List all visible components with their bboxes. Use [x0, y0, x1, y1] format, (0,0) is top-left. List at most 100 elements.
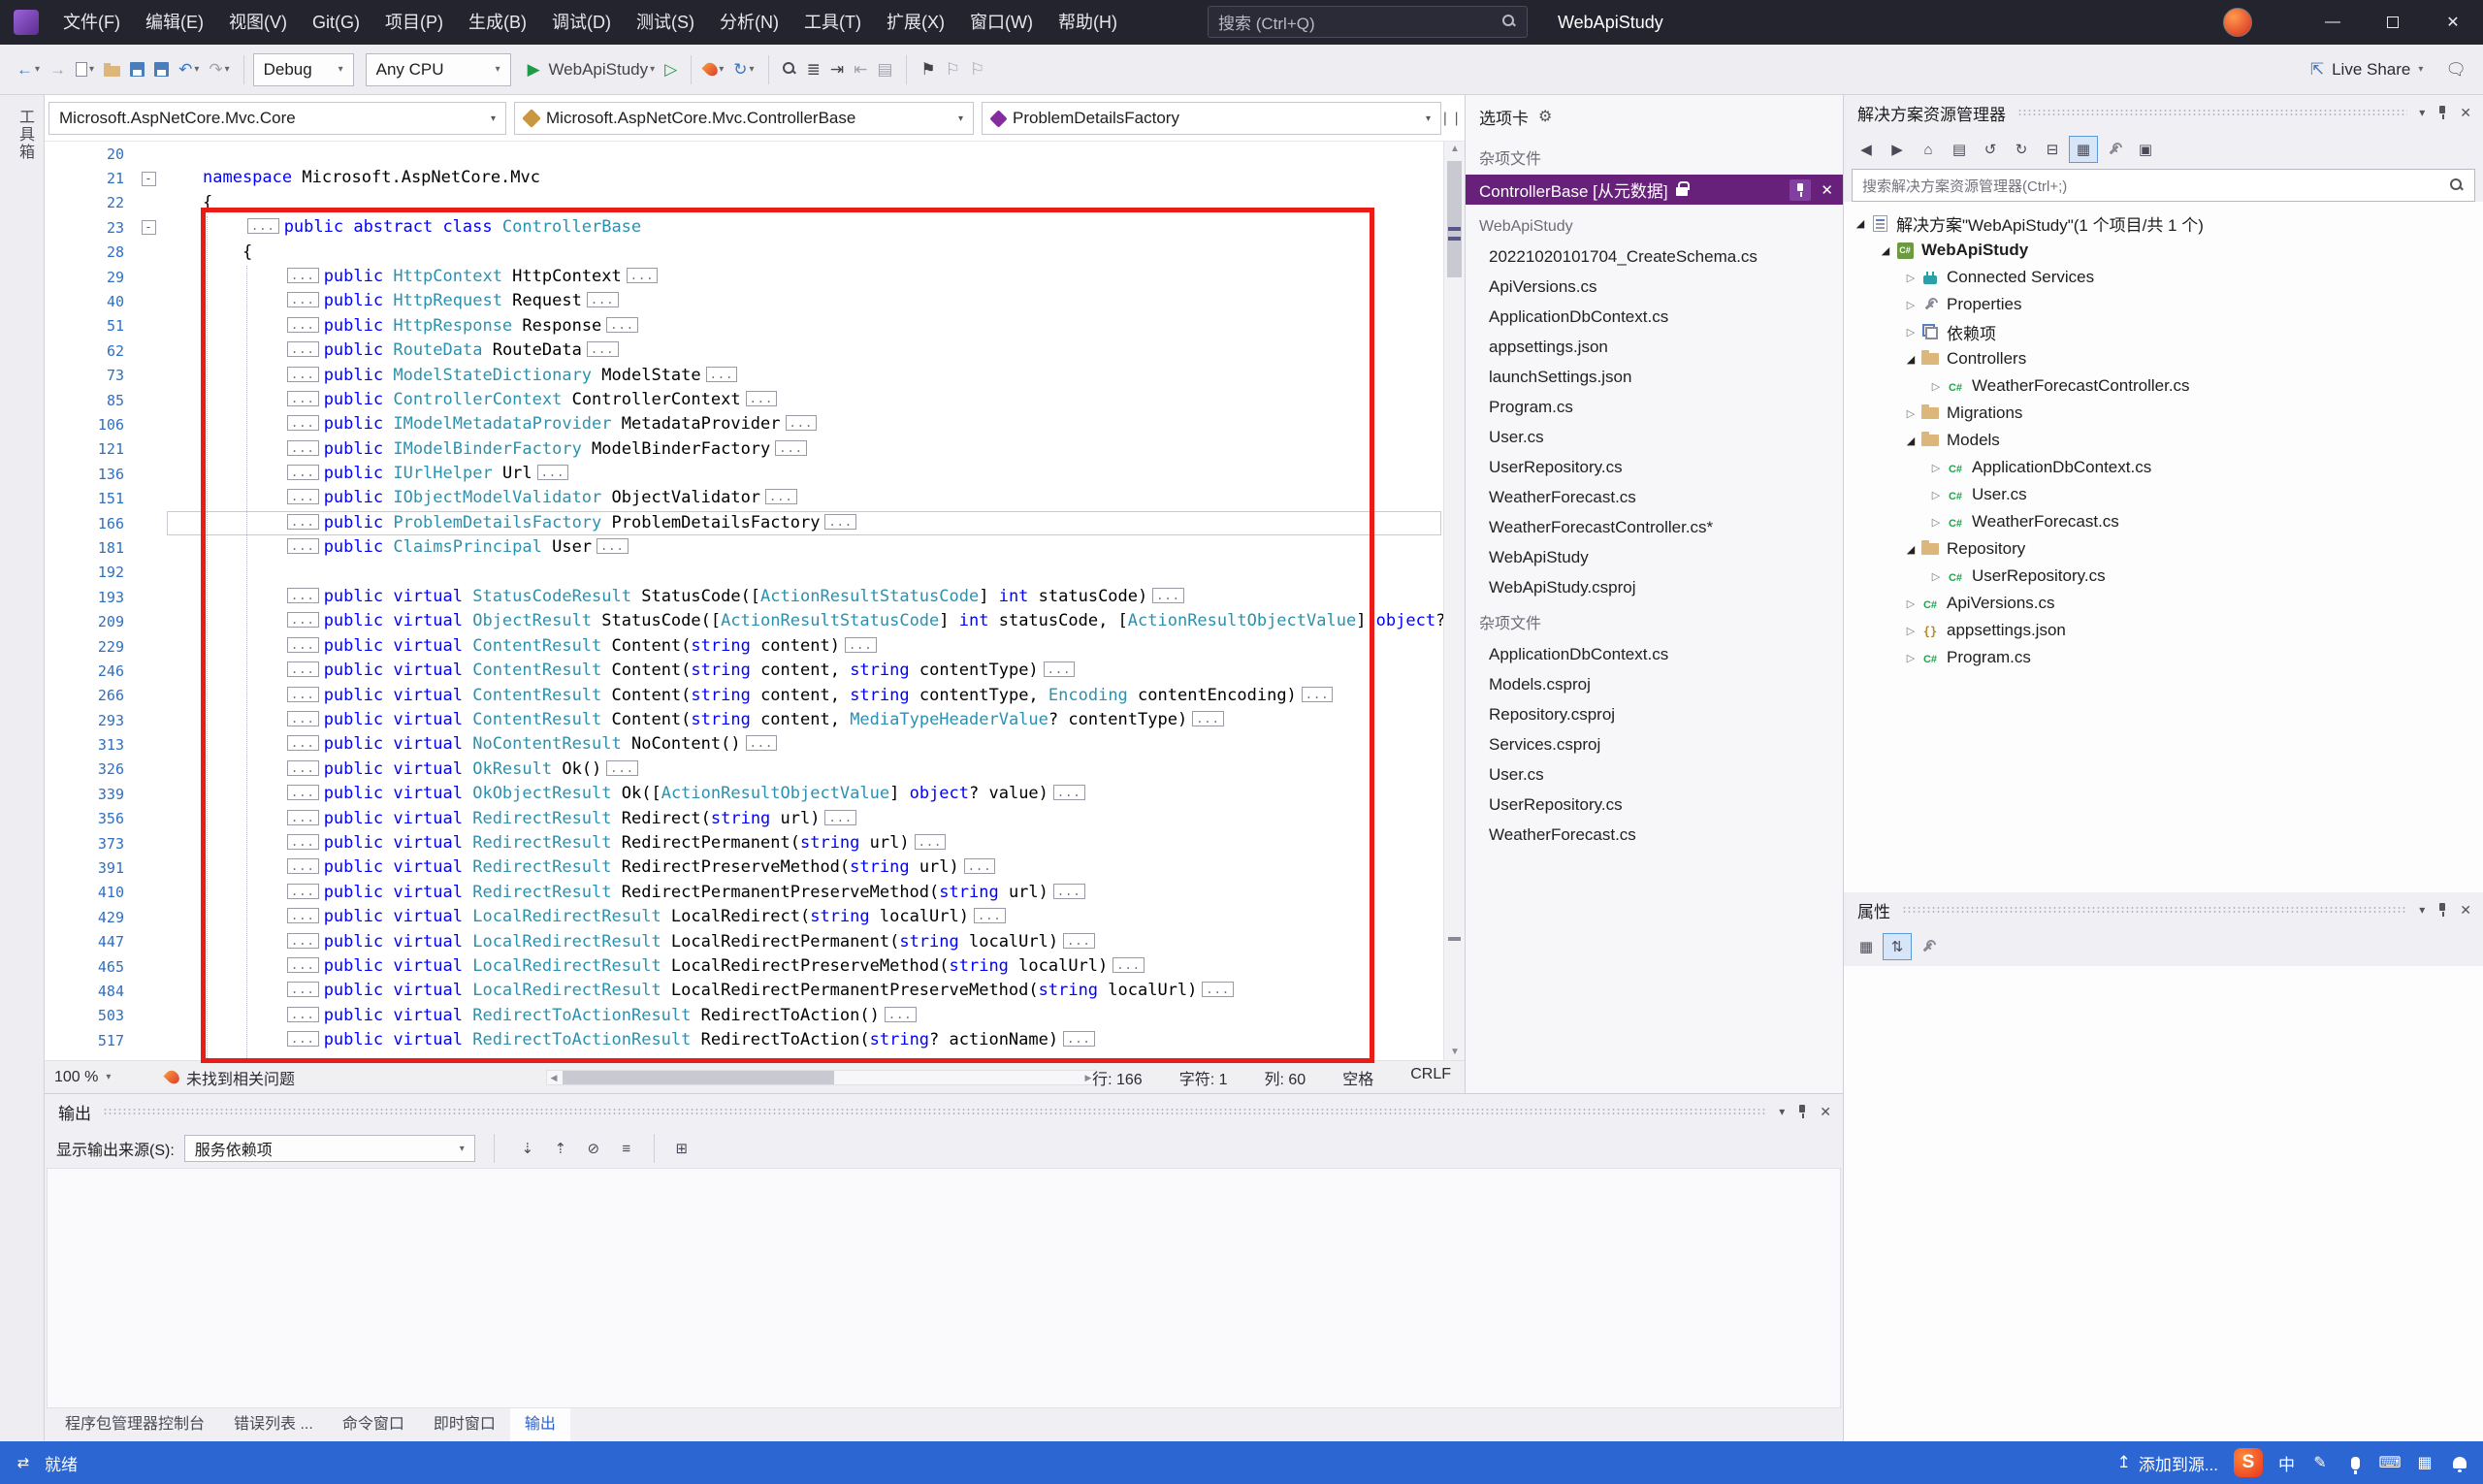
collapsed-region-box[interactable]: ... [287, 316, 319, 333]
save-all-button[interactable] [149, 52, 174, 87]
tree-item[interactable]: ◢ Repository [1844, 535, 2483, 563]
pin-icon[interactable] [2436, 902, 2448, 918]
chevron-down-icon[interactable]: ▾ [1779, 1105, 1785, 1118]
navigate-forward-button[interactable]: → [45, 52, 71, 87]
collapsed-arrow-icon[interactable]: ▷ [1902, 652, 1919, 664]
code-line[interactable]: 121 ... public IModelBinderFactory ModelBi… [45, 437, 1443, 462]
spaces-indicator[interactable]: 空格 [1342, 1066, 1373, 1089]
collapsed-arrow-icon[interactable]: ▷ [1902, 407, 1919, 420]
collapsed-region-box[interactable]: ... [287, 932, 319, 949]
collapsed-region-box[interactable]: ... [287, 908, 319, 924]
gear-icon[interactable]: ⚙ [1538, 107, 1552, 126]
close-icon[interactable]: ✕ [1821, 181, 1833, 199]
add-to-source-control-button[interactable]: ↥ 添加到源... [2117, 1451, 2218, 1475]
collapsed-arrow-icon[interactable]: ▷ [1927, 462, 1945, 474]
user-avatar[interactable] [2223, 8, 2252, 37]
chevron-down-icon[interactable]: ▾ [2419, 106, 2425, 119]
code-line[interactable]: 429 ... public virtual LocalRedirectResult… [45, 905, 1443, 929]
collapsed-region-box[interactable]: ... [705, 366, 738, 382]
collapsed-region-box[interactable]: ... [963, 858, 996, 875]
save-button[interactable] [125, 52, 149, 87]
collapsed-arrow-icon[interactable]: ▷ [1927, 489, 1945, 501]
menu-item[interactable]: 生成(B) [456, 0, 539, 45]
close-icon[interactable]: ✕ [2460, 902, 2471, 919]
expanded-arrow-icon[interactable]: ◢ [1902, 543, 1919, 556]
comment-button[interactable]: ▤ [872, 52, 897, 87]
microphone-icon[interactable] [2345, 1453, 2365, 1474]
previous-bookmark-button[interactable]: ⚐ [941, 52, 965, 87]
collapsed-region-box[interactable]: ... [287, 809, 319, 825]
collapsed-region-box[interactable]: ... [287, 1006, 319, 1022]
tool-window-tab[interactable]: 错误列表 ... [219, 1408, 328, 1441]
preview-selected-items-button[interactable]: ▣ [2131, 136, 2160, 163]
expanded-arrow-icon[interactable]: ◢ [1877, 244, 1894, 257]
code-line[interactable]: 151 ... public IObjectModelValidator Objec… [45, 486, 1443, 510]
collapsed-region-box[interactable]: ... [287, 513, 319, 530]
collapsed-region-box[interactable]: ... [287, 588, 319, 604]
chevron-down-icon[interactable]: ▾ [2419, 903, 2425, 917]
collapsed-region-box[interactable]: ... [1052, 883, 1085, 899]
document-tab[interactable]: launchSettings.json [1466, 362, 1843, 392]
document-tab[interactable]: Services.csproj [1466, 729, 1843, 759]
tree-item[interactable]: ▷ ApiVersions.cs [1844, 590, 2483, 617]
drag-grip[interactable] [1902, 906, 2408, 914]
refresh-button[interactable]: ↻ [2007, 136, 2036, 163]
expanded-arrow-icon[interactable]: ◢ [1852, 217, 1869, 230]
code-line[interactable]: 136 ... public IUrlHelper Url... [45, 462, 1443, 486]
menu-item[interactable]: 编辑(E) [133, 0, 216, 45]
menu-item[interactable]: 测试(S) [624, 0, 707, 45]
collapsed-region-box[interactable]: ... [884, 1006, 917, 1022]
collapsed-region-box[interactable]: ... [597, 538, 629, 555]
collapsed-region-box[interactable]: ... [287, 759, 319, 776]
zoom-dropdown[interactable]: 100 % ▾ [54, 1069, 140, 1086]
document-tab[interactable]: ApplicationDbContext.cs [1466, 302, 1843, 332]
collapsed-region-box[interactable]: ... [1052, 785, 1085, 801]
collapsed-region-box[interactable]: ... [1152, 588, 1184, 604]
collapsed-region-box[interactable]: ... [1063, 1031, 1095, 1048]
notification-bell-icon[interactable] [2450, 1453, 2469, 1472]
menu-item[interactable]: 视图(V) [216, 0, 300, 45]
expanded-arrow-icon[interactable]: ◢ [1902, 435, 1919, 447]
sync-with-active-document-button[interactable]: ↺ [1976, 136, 2005, 163]
touch-keyboard-icon[interactable]: ▦ [2415, 1453, 2435, 1472]
live-share-button[interactable]: ⇱ Live Share ▾ [2310, 60, 2424, 80]
collapsed-region-box[interactable]: ... [536, 465, 569, 481]
tree-item[interactable]: ▷ UserRepository.cs [1844, 563, 2483, 590]
code-line[interactable]: 28 { [45, 241, 1443, 265]
collapsed-region-box[interactable]: ... [287, 735, 319, 752]
alphabetical-sort-button[interactable]: ⇅ [1883, 933, 1912, 960]
find-in-files-button[interactable] [778, 52, 802, 87]
collapsed-arrow-icon[interactable]: ▷ [1902, 272, 1919, 284]
code-line[interactable]: 229 ... public virtual ContentResult Conte… [45, 634, 1443, 659]
document-tab[interactable]: Program.cs [1466, 392, 1843, 422]
collapse-all-button[interactable]: ⊟ [2038, 136, 2067, 163]
menu-item[interactable]: 调试(D) [539, 0, 624, 45]
output-source-dropdown[interactable]: 服务依赖项 ▾ [183, 1135, 475, 1162]
collapsed-region-box[interactable]: ... [586, 341, 619, 358]
expanded-arrow-icon[interactable]: ◢ [1902, 353, 1919, 366]
solution-explorer-header[interactable]: 解决方案资源管理器 ▾ ✕ [1844, 95, 2483, 130]
drag-grip[interactable] [103, 1108, 1768, 1115]
pin-icon[interactable] [2436, 105, 2448, 120]
collapsed-arrow-icon[interactable]: ▷ [1902, 625, 1919, 637]
collapsed-region-box[interactable]: ... [287, 710, 319, 726]
switch-views-button[interactable]: ▤ [1945, 136, 1974, 163]
type-dropdown[interactable]: Microsoft.AspNetCore.Mvc.ControllerBase ▾ [514, 102, 974, 135]
drag-grip[interactable] [2017, 109, 2408, 116]
collapsed-region-box[interactable]: ... [606, 759, 638, 776]
code-line[interactable]: 447 ... public virtual LocalRedirectResult… [45, 930, 1443, 954]
collapsed-region-box[interactable]: ... [287, 415, 319, 432]
project-dropdown[interactable]: Microsoft.AspNetCore.Mvc.Core ▾ [48, 102, 506, 135]
navigate-backward-button[interactable]: ← ▾ [12, 52, 45, 87]
document-tab[interactable]: UserRepository.cs [1466, 790, 1843, 820]
document-tab[interactable]: appsettings.json [1466, 332, 1843, 362]
horizontal-scrollbar-thumb[interactable] [563, 1071, 834, 1084]
document-tab[interactable]: User.cs [1466, 759, 1843, 790]
line-indicator[interactable]: 行: 166 [1092, 1066, 1143, 1089]
code-line[interactable]: 339 ... public virtual OkObjectResult Ok([… [45, 782, 1443, 806]
collapsed-region-box[interactable]: ... [765, 489, 797, 505]
menu-item[interactable]: 扩展(X) [874, 0, 957, 45]
scroll-left-arrow-icon[interactable]: ◀ [547, 1071, 561, 1084]
pin-icon[interactable] [1796, 1104, 1808, 1119]
code-line[interactable]: 503 ... public virtual RedirectToActionRes… [45, 1004, 1443, 1028]
